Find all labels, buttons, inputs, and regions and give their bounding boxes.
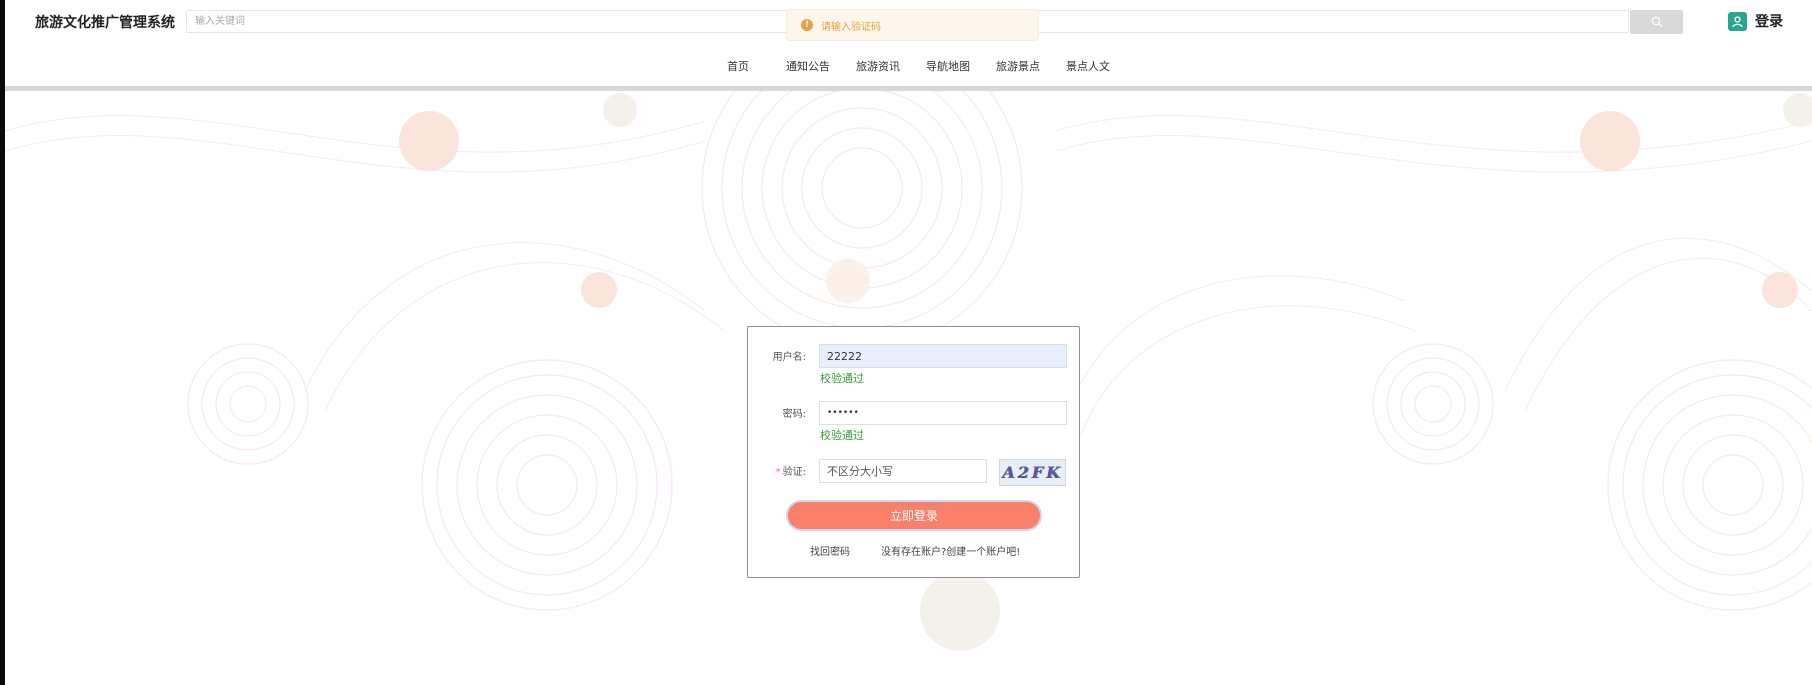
toast-message: 请输入验证码	[821, 21, 881, 33]
register-link[interactable]: 没有存在账户?创建一个账户吧!	[881, 543, 1020, 558]
nav-item-home[interactable]: 首页	[703, 58, 773, 91]
window-edge	[0, 0, 5, 685]
nav-item-label: 通知公告	[786, 60, 830, 73]
nav-item-label: 旅游景点	[996, 60, 1040, 73]
search-icon	[1651, 16, 1662, 28]
nav-item-culture[interactable]: 景点人文	[1053, 58, 1123, 91]
nav-item-label: 首页	[727, 60, 749, 73]
captcha-label: 验证:	[782, 467, 806, 478]
nav-item-label: 旅游资讯	[856, 60, 900, 73]
nav-item-news[interactable]: 旅游资讯	[843, 58, 913, 91]
username-label: 用户名:	[772, 352, 806, 363]
site-title: 旅游文化推广管理系统	[35, 15, 175, 31]
captcha-label-wrap: * 验证:	[746, 463, 806, 478]
nav-item-map[interactable]: 导航地图	[913, 58, 983, 91]
warning-icon: !	[801, 19, 813, 31]
captcha-text: A2FK	[1002, 463, 1063, 482]
search-button[interactable]	[1630, 10, 1683, 34]
main-nav: 首页 通知公告 旅游资讯 导航地图 旅游景点 景点人文	[5, 44, 1812, 92]
login-panel: 用户名: 22222 校验通过 密码: •••••• 校验通过 * 验证: 不区分…	[747, 326, 1080, 578]
nav-item-label: 导航地图	[926, 60, 970, 73]
password-validation: 校验通过	[820, 429, 864, 442]
login-label: 登录	[1755, 14, 1783, 30]
header-login-link[interactable]: 登录	[1728, 11, 1783, 31]
required-mark: *	[775, 467, 781, 478]
nav-item-attractions[interactable]: 旅游景点	[983, 58, 1053, 91]
validation-toast: ! 请输入验证码	[786, 9, 1039, 41]
captcha-image[interactable]: A2FK	[999, 459, 1066, 486]
captcha-input[interactable]: 不区分大小写	[819, 459, 987, 483]
forgot-password-link[interactable]: 找回密码	[810, 543, 850, 558]
nav-item-notices[interactable]: 通知公告	[773, 58, 843, 91]
login-submit-button[interactable]: 立即登录	[786, 500, 1042, 531]
password-field[interactable]: ••••••	[819, 401, 1067, 425]
username-field[interactable]: 22222	[819, 344, 1067, 368]
username-validation: 校验通过	[820, 372, 864, 385]
nav-item-label: 景点人文	[1066, 60, 1110, 73]
password-label: 密码:	[782, 409, 806, 420]
user-icon	[1728, 11, 1747, 31]
